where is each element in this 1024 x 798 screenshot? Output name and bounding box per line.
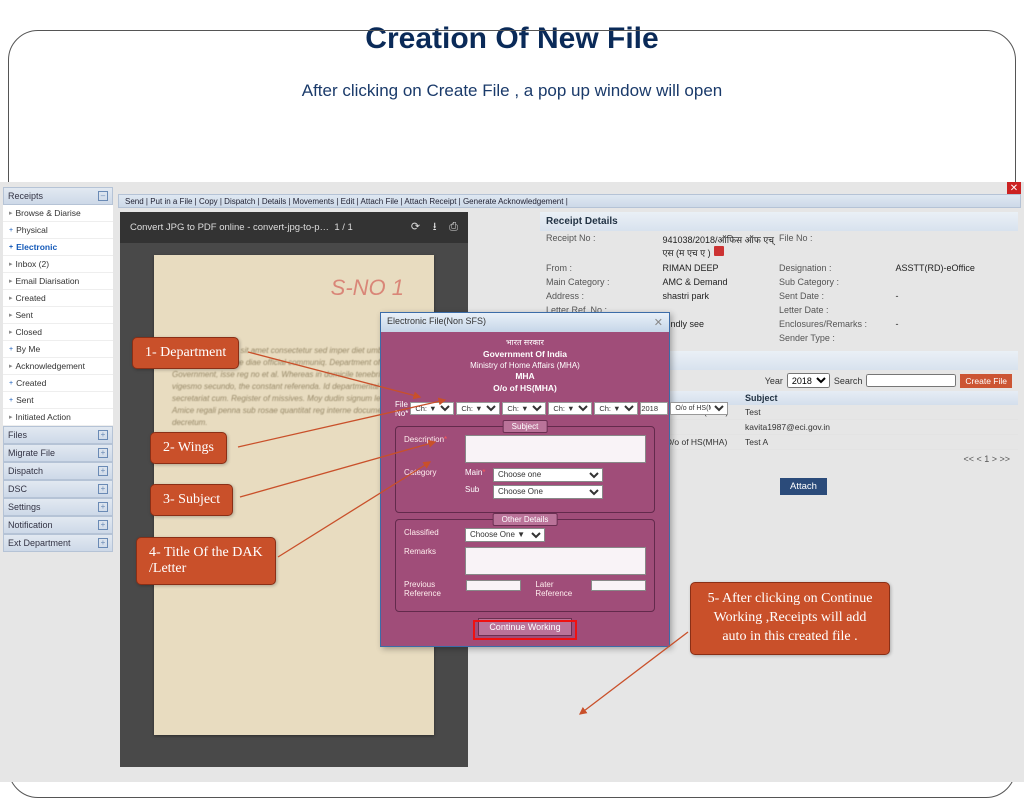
attach-button[interactable]: Attach (780, 478, 827, 495)
later-ref-input[interactable] (591, 580, 646, 591)
subject-section: Subject Description* Category Main*Choos… (395, 426, 655, 513)
receipt-details-header: Receipt Details (540, 212, 1018, 231)
detail-row: Receipt No :941038/2018/ऑफिस ऑफ एच् एस (… (540, 231, 1018, 261)
sidebar-group-settings[interactable]: Settings+ (3, 498, 113, 516)
search-input[interactable] (866, 374, 956, 387)
sidebar-item[interactable]: +By Me (3, 341, 113, 358)
sidebar-item[interactable]: +Electronic (3, 239, 113, 256)
create-file-button[interactable]: Create File (960, 374, 1012, 388)
sidebar-item[interactable]: ▸Email Diarisation (3, 273, 113, 290)
government-heading: भारत सरकार Government Of India Ministry … (395, 338, 655, 395)
file-no-row: File No* Ch: ▼ Ch: ▼ Ch: ▼ Ch: ▼ Ch: ▼ O… (395, 400, 655, 418)
rotate-icon[interactable]: ⟳ (411, 221, 420, 233)
app-screenshot: ✕ Receipts– ▸Browse & Diarise+Physical+E… (0, 182, 1024, 782)
download-icon[interactable]: ⭳ (433, 221, 437, 233)
sidebar-item[interactable]: +Sent (3, 392, 113, 409)
sidebar-item[interactable]: +Created (3, 375, 113, 392)
sidebar-item[interactable]: ▸Acknowledgement (3, 358, 113, 375)
sidebar-group-ext[interactable]: Ext Department+ (3, 534, 113, 552)
detail-row: Main Category :AMC & DemandSub Category … (540, 275, 1018, 289)
fileno-dd2[interactable]: Ch: ▼ (456, 402, 500, 415)
fileno-dd1[interactable]: Ch: ▼ (410, 402, 454, 415)
callout-title-dak: 4- Title Of the DAK /Letter (136, 537, 276, 585)
create-file-modal: Electronic File(Non SFS) ✕ भारत सरकार Go… (380, 312, 670, 647)
sidebar-item[interactable]: ▸Closed (3, 324, 113, 341)
category-main-select[interactable]: Choose one (493, 468, 603, 482)
year-select[interactable]: 2018 (787, 373, 830, 388)
sidebar-group-notification[interactable]: Notification+ (3, 516, 113, 534)
detail-row: From :RIMAN DEEPDesignation :ASSTT(RD)-e… (540, 261, 1018, 275)
callout-subject: 3- Subject (150, 484, 233, 516)
highlight-continue (473, 620, 577, 640)
sidebar-item[interactable]: ▸Initiated Action (3, 409, 113, 426)
sidebar-group-dsc[interactable]: DSC+ (3, 480, 113, 498)
callout-wings: 2- Wings (150, 432, 227, 464)
other-details-section: Other Details ClassifiedChoose One ▼ Rem… (395, 519, 655, 612)
pdf-page-count: 1 / 1 (334, 222, 353, 233)
sidebar-item[interactable]: ▸Sent (3, 307, 113, 324)
modal-close-icon[interactable]: ✕ (654, 316, 663, 329)
classified-select[interactable]: Choose One ▼ (465, 528, 545, 542)
detail-row: Address :shastri parkSent Date :- (540, 289, 1018, 303)
left-sidebar: Receipts– ▸Browse & Diarise+Physical+Ele… (3, 187, 113, 552)
sidebar-group-migrate[interactable]: Migrate File+ (3, 444, 113, 462)
sidebar-group-dispatch[interactable]: Dispatch+ (3, 462, 113, 480)
other-details-heading: Other Details (493, 513, 558, 526)
callout-continue-working: 5- After clicking on Continue Working ,R… (690, 582, 890, 655)
callout-department: 1- Department (132, 337, 239, 369)
prev-ref-input[interactable] (466, 580, 521, 591)
file-no-label: File No* (395, 400, 408, 418)
fileno-year[interactable] (640, 402, 668, 415)
year-label: Year (765, 376, 783, 386)
category-sub-select[interactable]: Choose One (493, 485, 603, 499)
pdf-title: Convert JPG to PDF online - convert-jpg-… (130, 222, 329, 233)
remarks-input[interactable] (465, 547, 646, 575)
fileno-office[interactable]: O/o of HS(MHA ▼ (670, 402, 728, 415)
sidebar-group-files[interactable]: Files+ (3, 426, 113, 444)
subject-heading: Subject (503, 420, 548, 433)
fileno-dd4[interactable]: Ch: ▼ (548, 402, 592, 415)
sidebar-item[interactable]: +Physical (3, 222, 113, 239)
modal-title: Electronic File(Non SFS) (387, 316, 486, 329)
fileno-dd3[interactable]: Ch: ▼ (502, 402, 546, 415)
fileno-dd5[interactable]: Ch: ▼ (594, 402, 638, 415)
sidebar-item[interactable]: ▸Browse & Diarise (3, 205, 113, 222)
action-toolbar[interactable]: Send | Put in a File | Copy | Dispatch |… (118, 194, 1021, 208)
sidebar-group-receipts[interactable]: Receipts– (3, 187, 113, 205)
search-label: Search (834, 376, 863, 386)
print-icon[interactable]: ⎙ (449, 221, 458, 233)
description-input[interactable] (465, 435, 646, 463)
sidebar-item[interactable]: ▸Inbox (2) (3, 256, 113, 273)
sidebar-item[interactable]: ▸Created (3, 290, 113, 307)
